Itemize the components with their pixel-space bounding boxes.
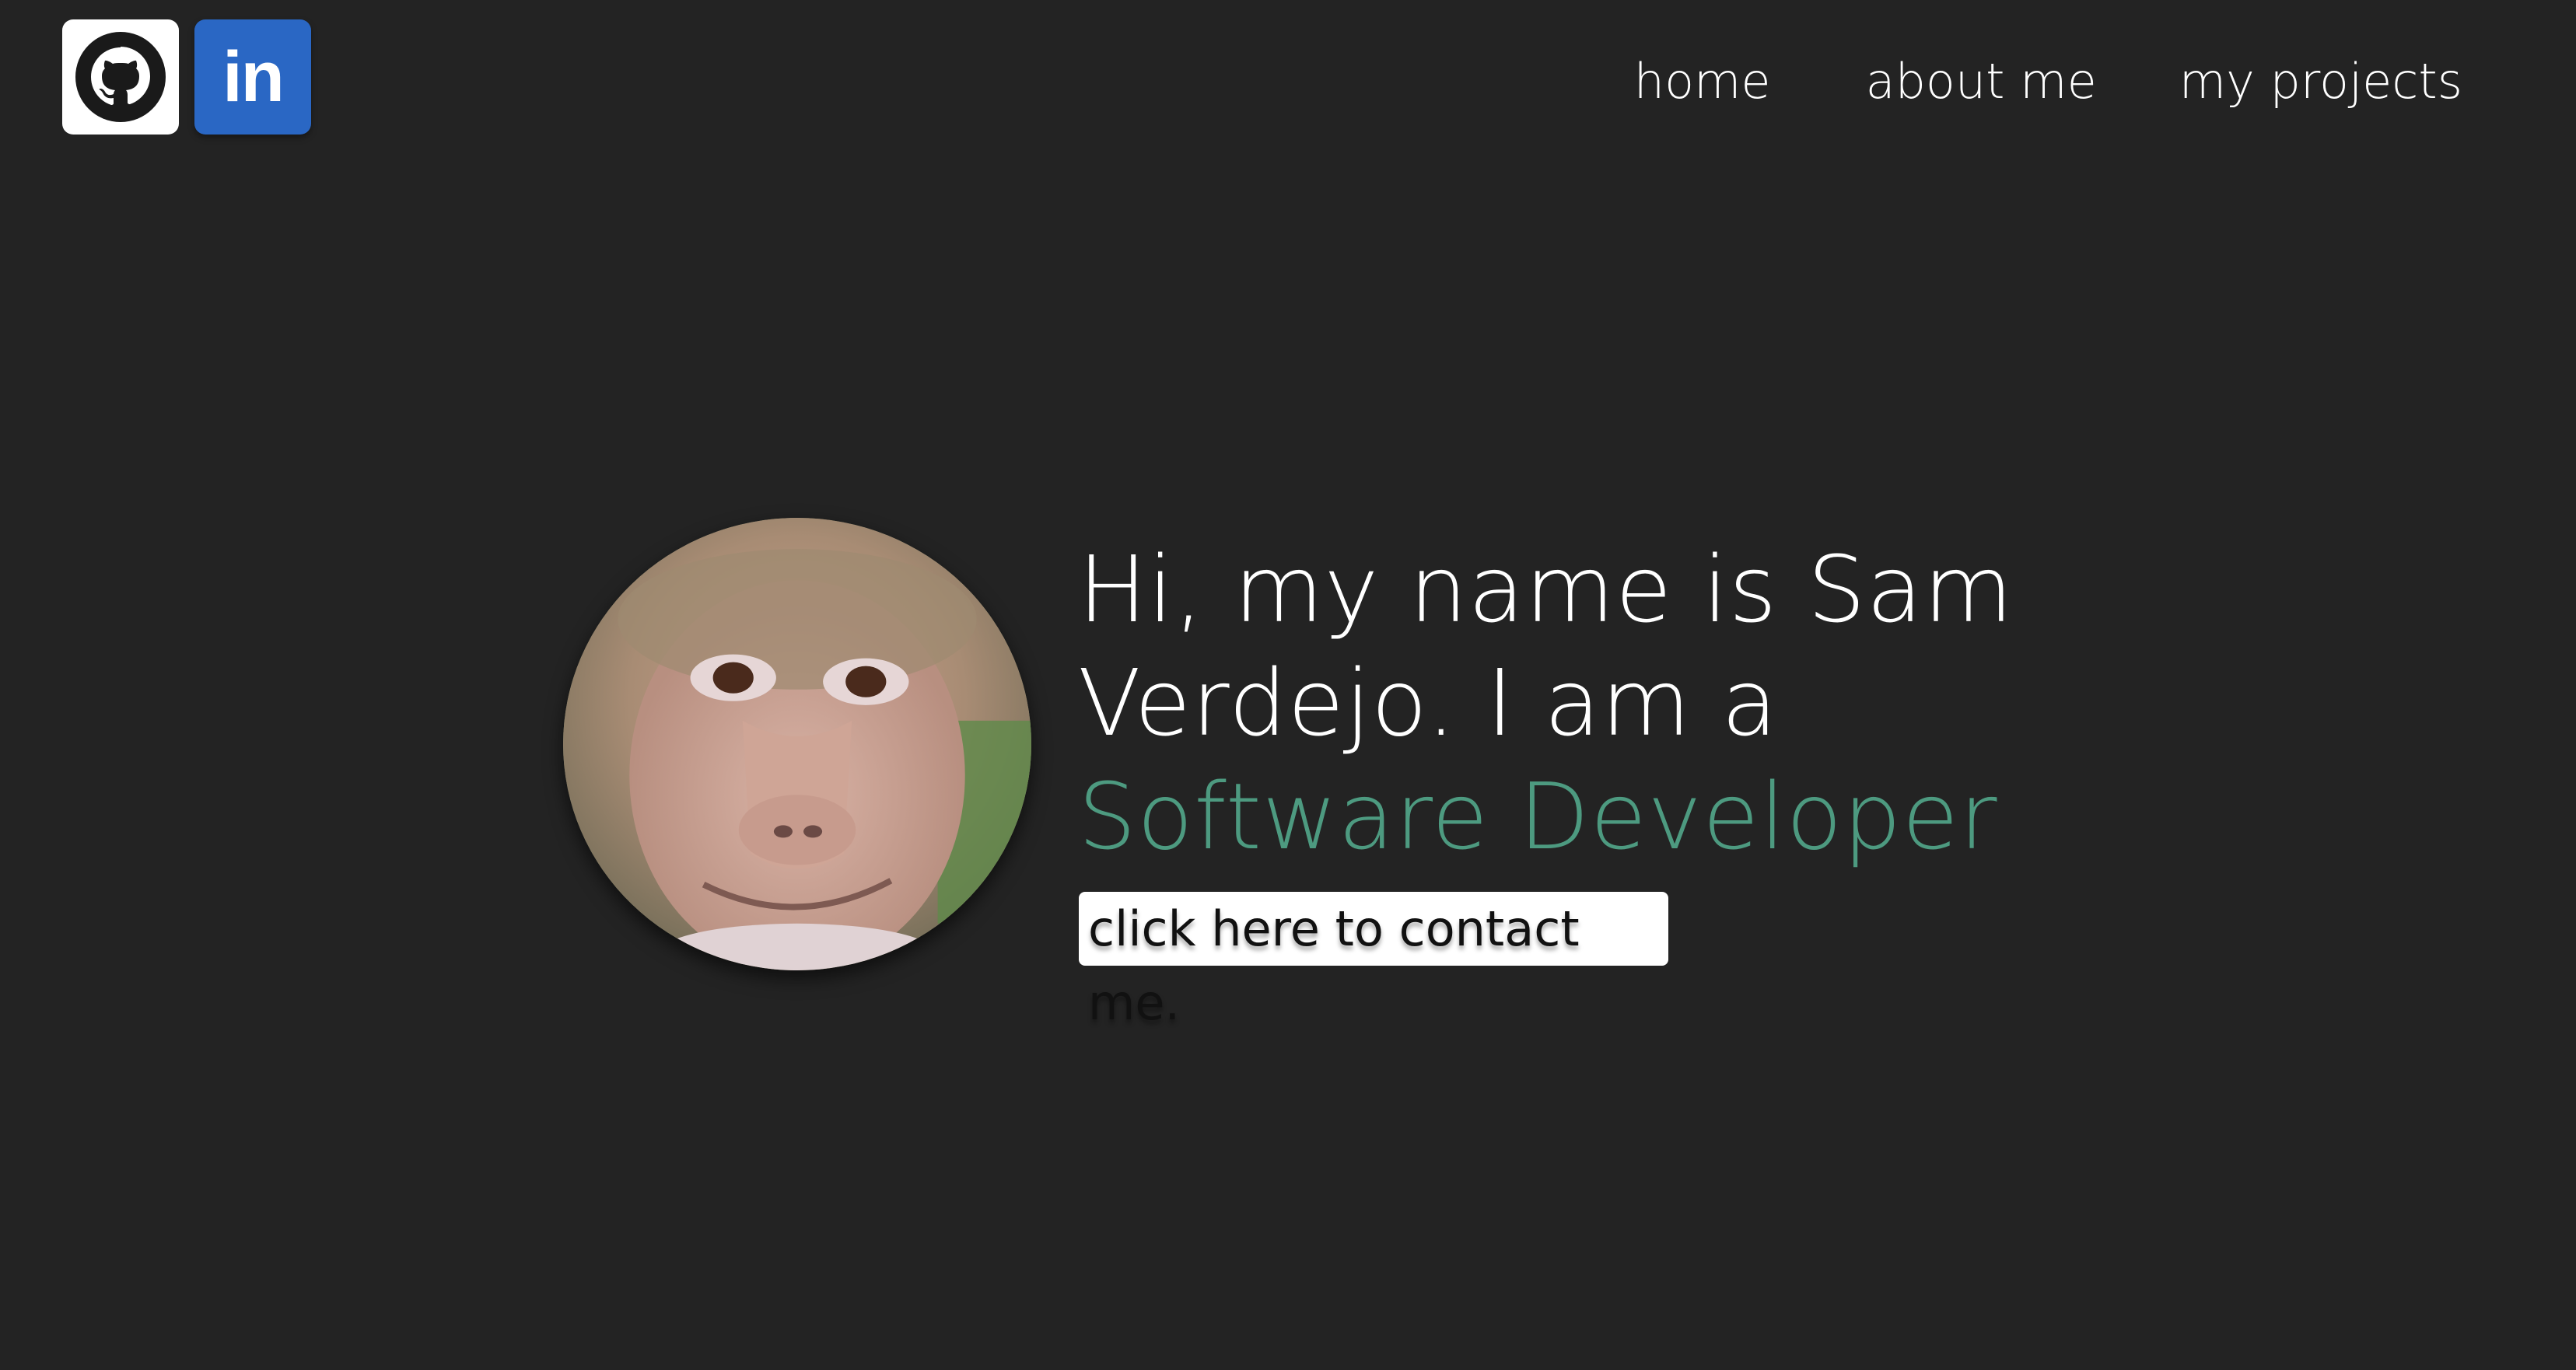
hero-line-2: Verdejo. I am a (1078, 649, 1779, 757)
main-nav: home about me my projects (1634, 47, 2462, 117)
nav-my-projects[interactable]: my projects (2179, 47, 2462, 117)
nav-about-me[interactable]: about me (1866, 47, 2097, 117)
github-icon (75, 32, 166, 122)
hero-role: Software Developer (1078, 763, 1998, 870)
hero-heading: Hi, my name is Sam Verdejo. I am a Softw… (1078, 533, 2058, 873)
social-links: in (62, 19, 311, 135)
profile-avatar (563, 518, 1031, 970)
github-link[interactable] (62, 19, 179, 135)
page: in home about me my projects Hi, my name… (0, 0, 2576, 1370)
hero-intro: Hi, my name is Sam Verdejo. I am a Softw… (1078, 533, 2058, 873)
linkedin-link[interactable]: in (194, 19, 311, 135)
contact-button[interactable]: click here to contact me. (1079, 892, 1668, 1031)
nav-home[interactable]: home (1634, 47, 1771, 117)
hero-line-1: Hi, my name is Sam (1078, 536, 2014, 643)
linkedin-icon: in (222, 37, 285, 117)
